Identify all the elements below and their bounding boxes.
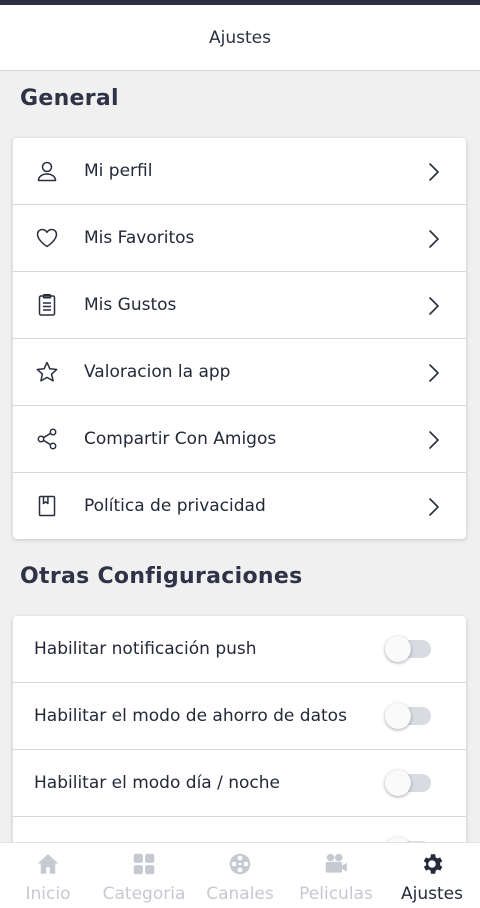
nav-label: Categoria [102, 884, 186, 904]
settings-item-valoracion[interactable]: Valoracion la app [13, 339, 466, 406]
toggle-label: Habilitar el modo de ahorro de datos [34, 706, 347, 726]
toggle-knob [385, 636, 411, 662]
settings-item-label: Compartir Con Amigos [84, 429, 277, 449]
toggle-knob [385, 703, 411, 729]
toggle-label: Habilitar el modo día / noche [34, 773, 281, 793]
nav-label: Ajustes [401, 884, 463, 904]
day-night-toggle[interactable] [385, 770, 433, 796]
chevron-right-icon [429, 297, 439, 315]
nav-item-ajustes[interactable]: Ajustes [384, 843, 480, 908]
data-saver-toggle[interactable] [385, 703, 433, 729]
nav-item-categoria[interactable]: Categoria [96, 843, 192, 908]
toggle-knob [385, 770, 411, 796]
settings-item-mis-gustos[interactable]: Mis Gustos [13, 272, 466, 339]
section-title-otras: Otras Configuraciones [20, 564, 303, 589]
heart-icon [36, 228, 58, 248]
toggle-row-day-night: Habilitar el modo día / noche [13, 750, 466, 817]
toggle-row-push: Habilitar notificación push [13, 616, 466, 683]
settings-item-compartir[interactable]: Compartir Con Amigos [13, 406, 466, 473]
settings-item-privacidad[interactable]: Política de privacidad [13, 473, 466, 539]
star-icon [36, 361, 58, 382]
share-icon [37, 428, 57, 450]
app-header: Ajustes [0, 5, 480, 71]
chevron-right-icon [429, 230, 439, 248]
nav-item-peliculas[interactable]: Peliculas [288, 843, 384, 908]
nav-label: Inicio [25, 884, 71, 904]
section-title-general: General [20, 86, 119, 111]
gear-icon [423, 854, 443, 874]
settings-item-label: Mis Favoritos [84, 228, 195, 248]
book-icon [38, 495, 56, 517]
push-notification-toggle[interactable] [385, 636, 433, 662]
settings-item-label: Política de privacidad [84, 496, 266, 516]
toggle-label: Habilitar notificación push [34, 639, 257, 659]
chevron-right-icon [429, 498, 439, 516]
chevron-right-icon [429, 431, 439, 449]
general-settings-card: Mi perfil Mis Favoritos Mis Gustos Valor… [13, 138, 466, 539]
nav-item-inicio[interactable]: Inicio [0, 843, 96, 908]
settings-item-mis-favoritos[interactable]: Mis Favoritos [13, 205, 466, 272]
settings-item-label: Valoracion la app [84, 362, 231, 382]
film-reel-icon [229, 853, 251, 875]
nav-label: Peliculas [299, 884, 373, 904]
nav-item-canales[interactable]: Canales [192, 843, 288, 908]
bottom-navigation: Inicio Categoria Canales Peliculas Ajust… [0, 842, 480, 908]
page-title: Ajustes [209, 27, 271, 48]
chevron-right-icon [429, 163, 439, 181]
nav-label: Canales [206, 884, 274, 904]
settings-item-label: Mi perfil [84, 161, 153, 181]
grid-icon [133, 853, 155, 875]
toggle-row-data-saver: Habilitar el modo de ahorro de datos [13, 683, 466, 750]
home-icon [37, 854, 59, 874]
settings-item-mi-perfil[interactable]: Mi perfil [13, 138, 466, 205]
chevron-right-icon [429, 364, 439, 382]
video-camera-icon [325, 853, 347, 873]
user-icon [37, 161, 57, 182]
settings-item-label: Mis Gustos [84, 295, 177, 315]
clipboard-icon [38, 294, 56, 316]
